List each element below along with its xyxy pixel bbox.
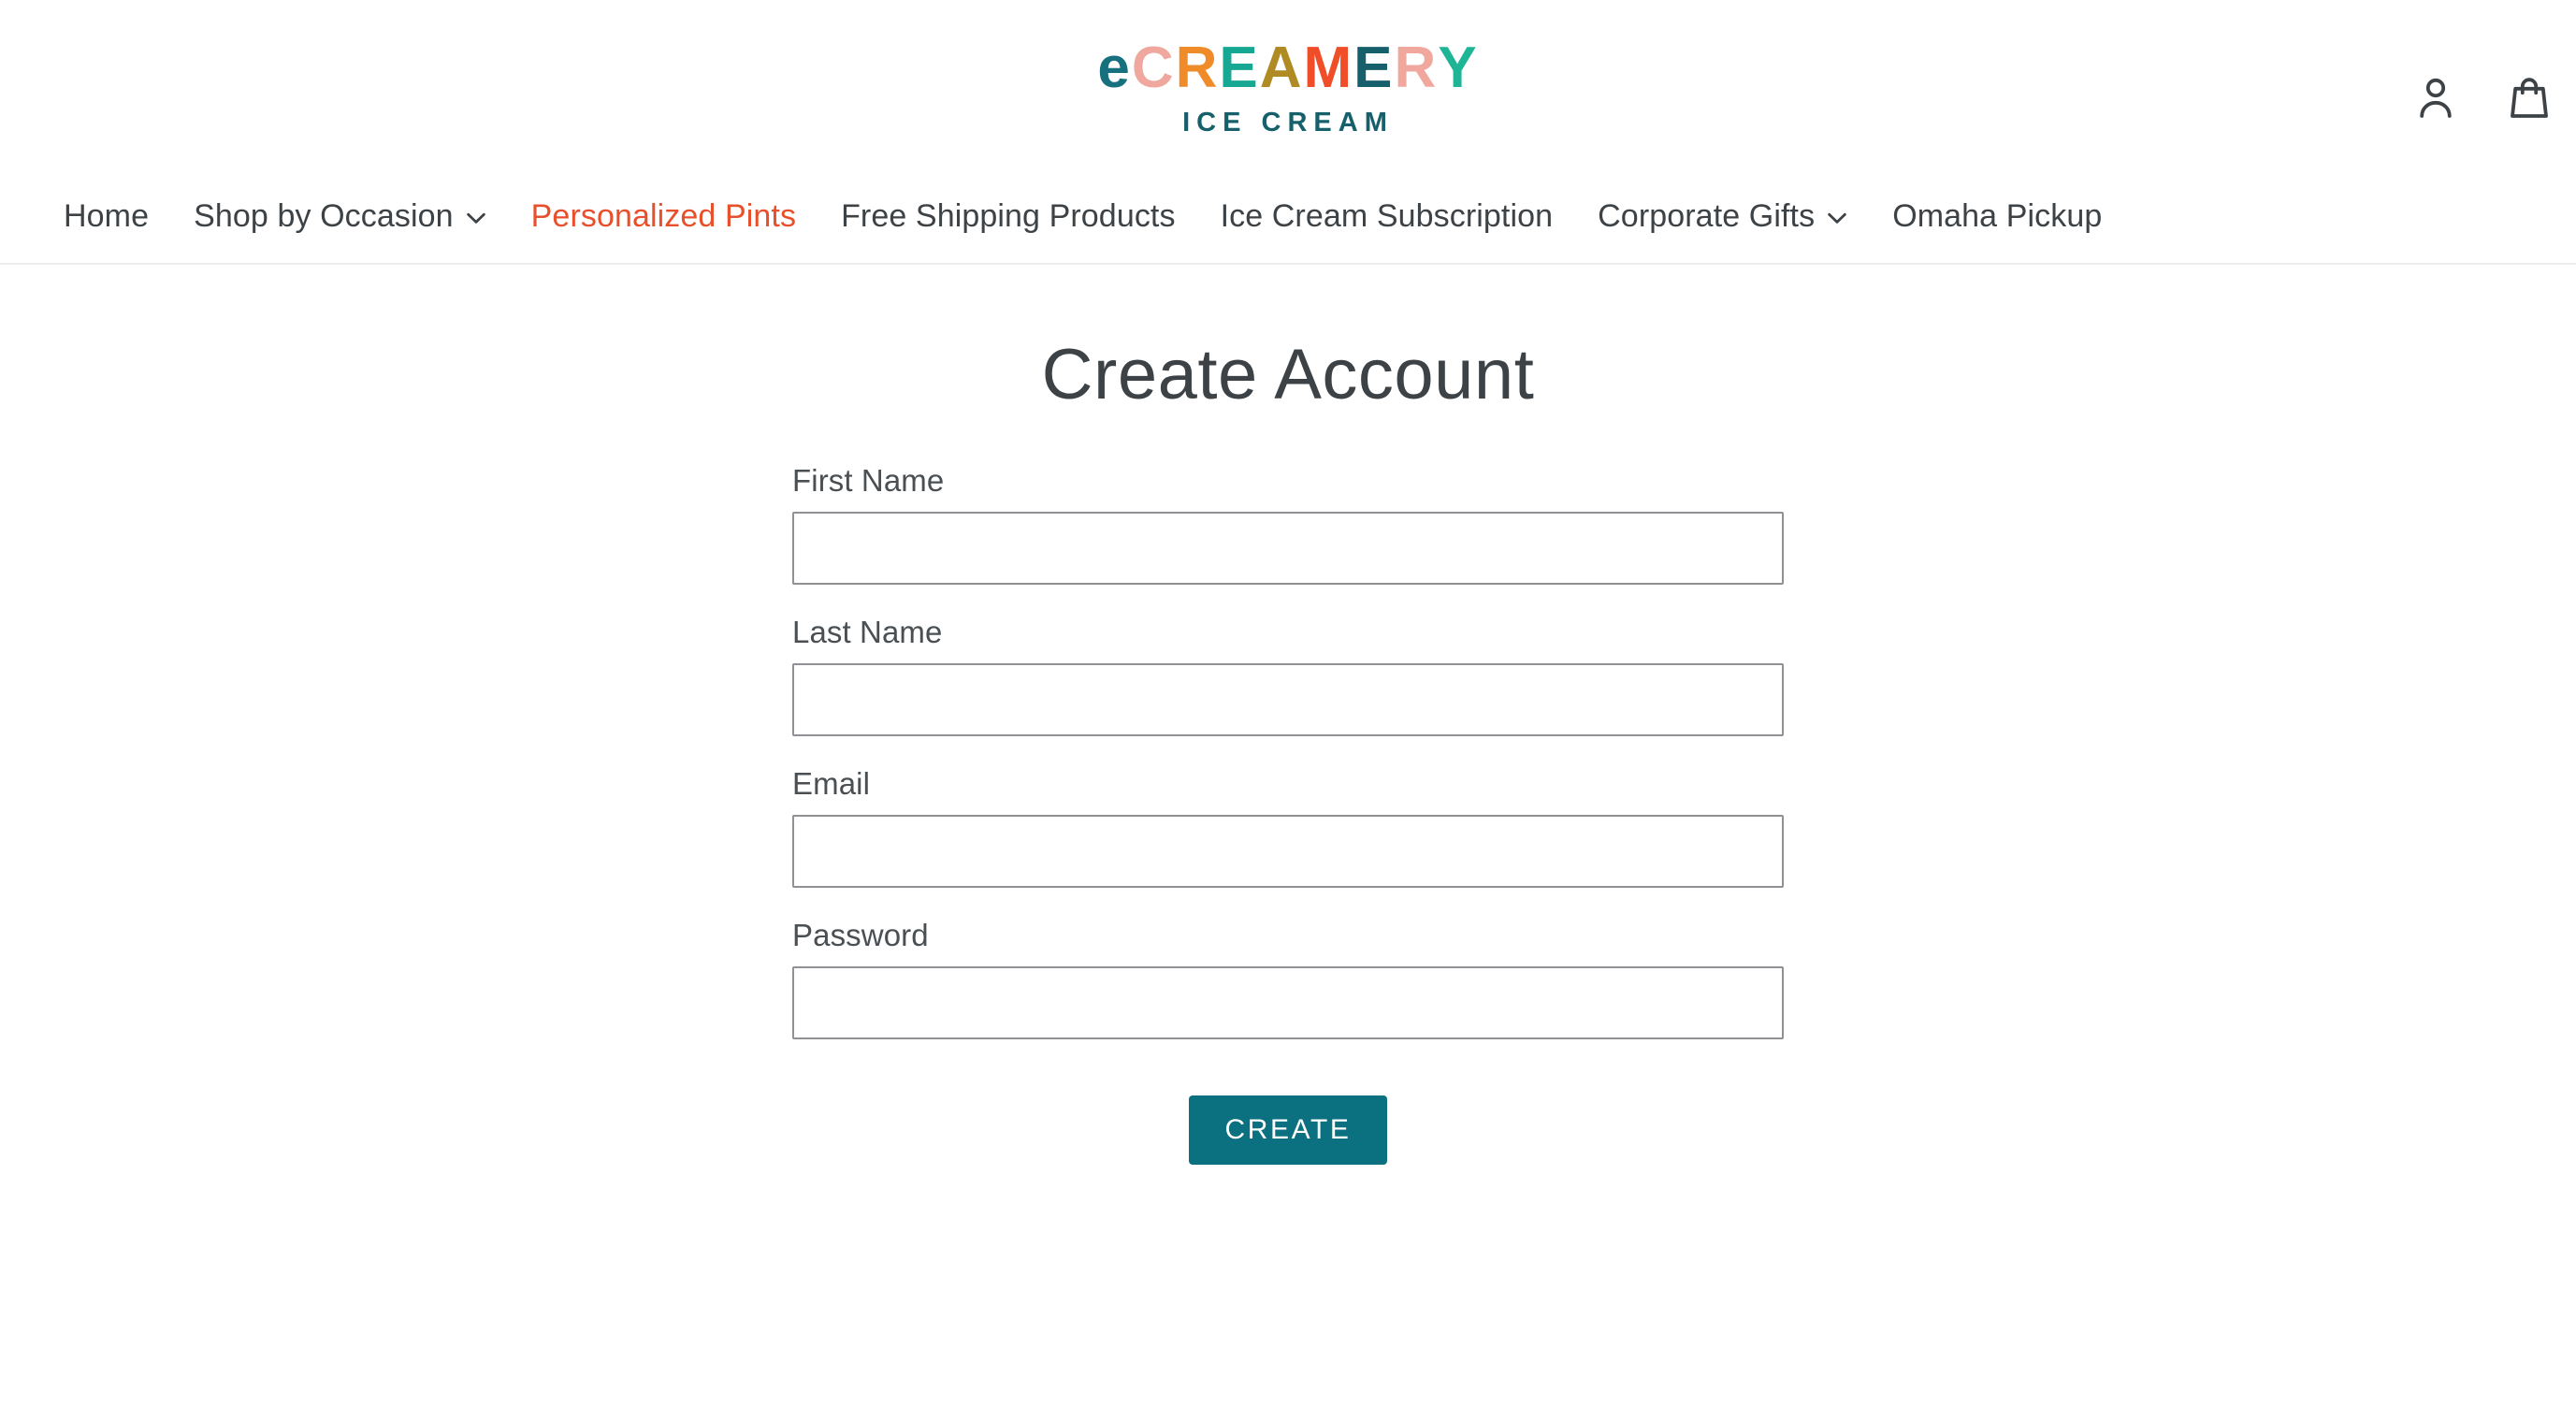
site-header: eCREAMERY ICE CREAM Home Shop by Occasion… (0, 0, 2576, 265)
logo-letter-4: A (1259, 36, 1304, 100)
nav-item-free-shipping-products: Free Shipping Products (841, 198, 1176, 235)
nav-item-corporate-gifts: Corporate Gifts (1598, 198, 1847, 235)
last-name-field[interactable] (792, 662, 1784, 736)
nav-item-omaha-pickup: Omaha Pickup (1892, 198, 2102, 235)
nav-item-home: Home (64, 198, 149, 235)
create-account-form: First Name Last Name Email Password CREATE (792, 414, 1784, 1165)
nav-link-corporate-gifts[interactable]: Corporate Gifts (1598, 198, 1847, 235)
logo-wordmark: eCREAMERY (1097, 39, 1478, 97)
header-icon-group (2417, 77, 2548, 118)
field-password-field: Password (792, 918, 1784, 1039)
page-title: Create Account (1041, 335, 1535, 414)
nav-item-personalized-pints: Personalized Pints (531, 198, 796, 235)
nav-item-ice-cream-subscription: Ice Cream Subscription (1221, 198, 1554, 235)
form-actions: CREATE (792, 1069, 1784, 1165)
logo-letter-7: R (1394, 36, 1439, 100)
first-name-field[interactable] (792, 511, 1784, 585)
nav-link-label: Home (64, 198, 150, 234)
field-first-name-field: First Name (792, 463, 1784, 585)
chevron-down-icon[interactable] (466, 212, 486, 225)
nav-link-home[interactable]: Home (64, 198, 149, 235)
main-content: Create Account First Name Last Name Email P… (0, 265, 2576, 1165)
last-name-field-label: Last Name (792, 614, 943, 649)
email-field[interactable] (792, 814, 1784, 888)
nav-link-omaha-pickup[interactable]: Omaha Pickup (1892, 198, 2102, 235)
logo-container: eCREAMERY ICE CREAM (0, 28, 2576, 137)
nav-link-label: Ice Cream Subscription (1220, 198, 1554, 234)
main-navigation: Home Shop by Occasion Personalized Pints Fr… (0, 198, 2576, 265)
nav-item-shop-by-occasion: Shop by Occasion (194, 198, 486, 235)
email-field-label: Email (792, 765, 871, 801)
field-email-field: Email (792, 766, 1784, 888)
nav-link-label: Shop by Occasion (194, 198, 454, 234)
logo-tagline: ICE CREAM (1182, 108, 1394, 138)
cart-icon[interactable] (2511, 77, 2548, 118)
form-fields: First Name Last Name Email Password (792, 463, 1784, 1039)
logo-letter-0: e (1097, 36, 1132, 100)
chevron-down-icon[interactable] (1827, 212, 1847, 225)
nav-link-personalized-pints[interactable]: Personalized Pints (531, 198, 796, 235)
password-field[interactable] (792, 965, 1784, 1039)
password-field-label: Password (792, 917, 929, 952)
nav-link-label: Corporate Gifts (1598, 198, 1816, 234)
field-last-name-field: Last Name (792, 615, 1784, 736)
logo-letter-2: R (1175, 36, 1220, 100)
nav-link-ice-cream-subscription[interactable]: Ice Cream Subscription (1221, 198, 1554, 235)
logo-letter-5: M (1303, 36, 1354, 100)
create-account-button[interactable]: CREATE (1189, 1095, 1387, 1165)
account-icon[interactable] (2417, 77, 2454, 118)
nav-list: Home Shop by Occasion Personalized Pints Fr… (64, 198, 2512, 235)
site-logo-link[interactable]: eCREAMERY ICE CREAM (1097, 39, 1478, 137)
nav-link-label: Omaha Pickup (1892, 198, 2103, 234)
first-name-field-label: First Name (792, 462, 945, 498)
logo-letter-1: C (1131, 36, 1176, 100)
logo-letter-3: E (1219, 36, 1260, 100)
nav-link-free-shipping-products[interactable]: Free Shipping Products (841, 198, 1176, 235)
nav-link-label: Personalized Pints (530, 198, 797, 234)
logo-letter-8: Y (1438, 36, 1479, 100)
logo-letter-6: E (1353, 36, 1395, 100)
nav-link-shop-by-occasion[interactable]: Shop by Occasion (194, 198, 486, 235)
nav-link-label: Free Shipping Products (841, 198, 1176, 234)
